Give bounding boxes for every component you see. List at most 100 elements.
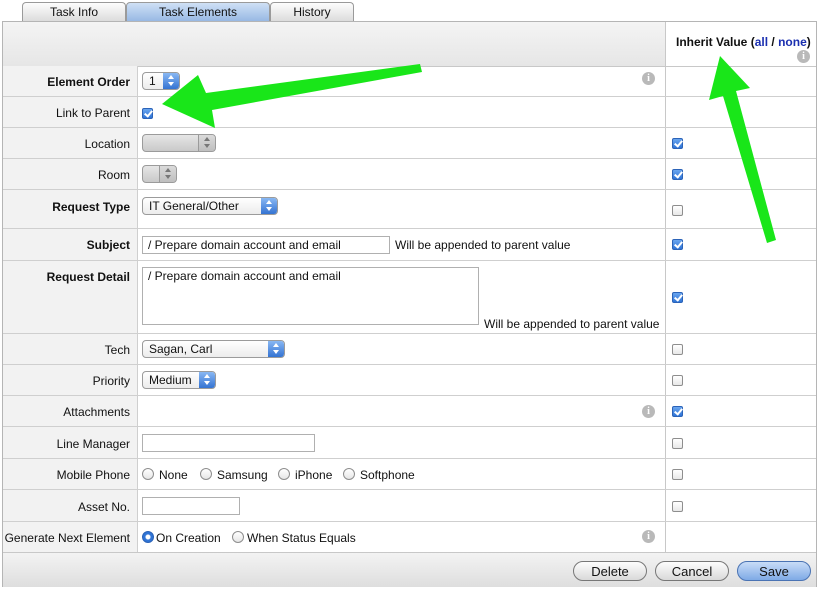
link-to-parent-checkbox[interactable] (142, 108, 153, 119)
label-cell: Room (3, 159, 138, 189)
mobile-iphone-radio[interactable] (278, 468, 290, 480)
inherit-none-link[interactable]: none (778, 35, 807, 49)
subject-input[interactable]: / Prepare domain account and email (142, 236, 390, 254)
stepper-icon (159, 166, 176, 182)
footer-bar: Delete Cancel Save (3, 552, 816, 587)
label-cell: Subject (3, 229, 138, 260)
info-icon[interactable]: i (642, 530, 655, 543)
line-manager-label: Line Manager (56, 437, 130, 451)
info-icon[interactable]: i (797, 50, 810, 63)
priority-label: Priority (92, 374, 130, 388)
stepper-icon (163, 73, 179, 89)
asset-no-input[interactable] (142, 497, 240, 515)
request-type-label: Request Type (52, 200, 130, 214)
inherit-value-label: Inherit Value (676, 35, 748, 49)
tech-select[interactable]: Sagan, Carl (142, 340, 285, 358)
task-elements-panel: Inherit Value (all / none) i Element Ord… (2, 21, 817, 587)
label-cell: Mobile Phone (3, 459, 138, 489)
asset-no-inherit-checkbox[interactable] (672, 501, 683, 512)
request-type-inherit-checkbox[interactable] (672, 205, 683, 216)
row-generate-next-element: Generate Next Element On Creation When S… (3, 522, 816, 552)
mobile-phone-label: Mobile Phone (56, 468, 130, 482)
stepper-icon (261, 198, 277, 214)
inherit-value-header: Inherit Value (all / none) i (666, 22, 816, 66)
row-tech: Tech Sagan, Carl (3, 334, 816, 365)
attachments-label: Attachments (63, 405, 130, 419)
subject-inherit-checkbox[interactable] (672, 239, 683, 250)
when-status-equals-radio[interactable] (232, 531, 244, 543)
row-subject: Subject / Prepare domain account and ema… (3, 229, 816, 261)
tab-task-info[interactable]: Task Info (22, 2, 126, 21)
label-cell: Generate Next Element (3, 522, 138, 552)
tech-value: Sagan, Carl (149, 342, 213, 356)
row-location: Location (3, 128, 816, 159)
tab-history[interactable]: History (270, 2, 354, 21)
info-icon[interactable]: i (642, 405, 655, 418)
tab-task-elements[interactable]: Task Elements (126, 2, 270, 21)
label-cell: Tech (3, 334, 138, 364)
subject-label: Subject (86, 238, 130, 252)
element-order-value: 1 (149, 74, 156, 88)
label-cell: Element Order (3, 66, 138, 96)
row-line-manager: Line Manager (3, 427, 816, 459)
label-cell: Link to Parent (3, 97, 138, 127)
row-element-order: Element Order 1 i (3, 66, 816, 97)
row-request-detail: Request Detail / Prepare domain account … (3, 261, 816, 334)
mobile-iphone-label[interactable]: iPhone (295, 468, 332, 482)
element-order-select[interactable]: 1 (142, 72, 180, 90)
row-link-to-parent: Link to Parent (3, 97, 816, 128)
delete-button[interactable]: Delete (573, 561, 647, 581)
label-cell: Request Detail (3, 261, 138, 333)
location-select[interactable] (142, 134, 216, 152)
label-cell: Request Type (3, 190, 138, 228)
row-priority: Priority Medium (3, 365, 816, 396)
save-button[interactable]: Save (737, 561, 811, 581)
cancel-button[interactable]: Cancel (655, 561, 729, 581)
request-type-value: IT General/Other (149, 199, 239, 213)
request-detail-append-note: Will be appended to parent value (484, 317, 660, 331)
line-manager-input[interactable] (142, 434, 315, 452)
request-detail-label: Request Detail (46, 270, 130, 284)
mobile-softphone-radio[interactable] (343, 468, 355, 480)
mobile-softphone-label[interactable]: Softphone (360, 468, 415, 482)
generate-next-label: Generate Next Element (4, 531, 130, 545)
tech-label: Tech (104, 343, 130, 357)
priority-value: Medium (149, 373, 192, 387)
request-detail-textarea[interactable]: / Prepare domain account and email (142, 267, 479, 325)
row-mobile-phone: Mobile Phone None Samsung iPhone Softpho… (3, 459, 816, 490)
priority-inherit-checkbox[interactable] (672, 375, 683, 386)
subject-append-note: Will be appended to parent value (395, 238, 571, 252)
mobile-none-label[interactable]: None (159, 468, 188, 482)
mobile-samsung-label[interactable]: Samsung (217, 468, 268, 482)
mobile-none-radio[interactable] (142, 468, 154, 480)
location-inherit-checkbox[interactable] (672, 138, 683, 149)
location-label: Location (84, 137, 130, 151)
inherit-value-title: Inherit Value (all / none) (676, 35, 811, 49)
request-detail-inherit-checkbox[interactable] (672, 292, 683, 303)
link-separator: / (771, 35, 775, 49)
on-creation-label[interactable]: On Creation (156, 531, 221, 545)
room-inherit-checkbox[interactable] (672, 169, 683, 180)
close-paren: ) (806, 35, 811, 49)
priority-select[interactable]: Medium (142, 371, 216, 389)
inherit-all-link[interactable]: all (755, 35, 768, 49)
room-select[interactable] (142, 165, 177, 183)
room-label: Room (97, 168, 130, 182)
label-cell: Priority (3, 365, 138, 395)
row-room: Room (3, 159, 816, 190)
label-cell: Attachments (3, 396, 138, 426)
label-cell: Location (3, 128, 138, 158)
element-order-label: Element Order (47, 75, 130, 89)
request-type-select[interactable]: IT General/Other (142, 197, 278, 215)
mobile-samsung-radio[interactable] (200, 468, 212, 480)
info-icon[interactable]: i (642, 72, 655, 85)
line-manager-inherit-checkbox[interactable] (672, 438, 683, 449)
on-creation-radio[interactable] (142, 531, 154, 543)
row-request-type: Request Type IT General/Other (3, 190, 816, 229)
label-cell: Asset No. (3, 490, 138, 521)
tech-inherit-checkbox[interactable] (672, 344, 683, 355)
when-status-equals-label[interactable]: When Status Equals (247, 531, 356, 545)
attachments-inherit-checkbox[interactable] (672, 406, 683, 417)
asset-no-label: Asset No. (77, 500, 130, 514)
mobile-phone-inherit-checkbox[interactable] (672, 469, 683, 480)
